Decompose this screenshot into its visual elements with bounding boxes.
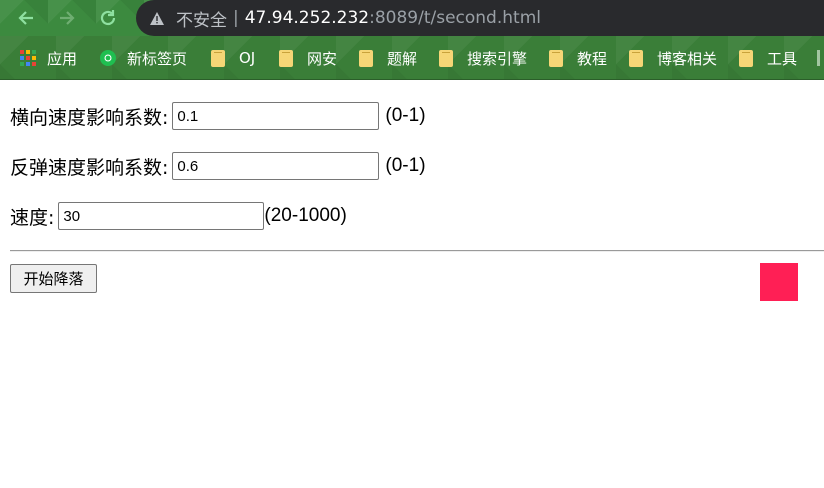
bounce-coefficient-row: 反弹速度影响系数: (0-1) — [10, 152, 426, 180]
bookmark-label: 搜索引擎 — [467, 49, 528, 68]
bookmark-folder-search-engines[interactable]: 搜索引擎 — [439, 47, 527, 69]
bookmark-label: 网安 — [307, 49, 338, 68]
folder-icon — [359, 49, 373, 67]
apps-grid-icon — [20, 50, 36, 66]
bookmarks-overflow-edge — [817, 50, 820, 66]
divider — [10, 250, 824, 252]
speed-input[interactable] — [58, 202, 265, 230]
bookmark-folder-solutions[interactable]: 题解 — [359, 47, 417, 69]
forward-arrow-icon — [60, 11, 75, 25]
bookmark-label: OJ — [239, 49, 256, 67]
forward-button[interactable] — [55, 6, 79, 30]
bookmark-folder-tools[interactable]: 工具 — [739, 47, 797, 69]
bookmark-label: 博客相关 — [657, 49, 718, 68]
bookmark-label: 教程 — [577, 49, 608, 68]
warning-icon — [150, 10, 166, 26]
folder-icon — [211, 49, 225, 67]
address-bar[interactable]: 不安全 | 47.94.252.232:8089/t/second.html — [136, 0, 824, 36]
horizontal-coefficient-label: 横向速度影响系数: — [10, 106, 169, 129]
bookmark-label: 应用 — [47, 49, 78, 68]
folder-icon — [629, 49, 643, 67]
speed-label: 速度: — [10, 206, 55, 229]
bookmark-label: 题解 — [387, 49, 418, 68]
start-drop-button[interactable]: 开始降落 — [10, 264, 97, 293]
bookmarks-bar: 应用 新标签页 OJ 网安 题解 搜索引擎 教程 博客相关 工具 — [0, 36, 824, 80]
bookmark-folder-blog[interactable]: 博客相关 — [629, 47, 717, 69]
bounce-coefficient-input[interactable] — [172, 152, 380, 180]
horizontal-coefficient-range: (0-1) — [385, 105, 426, 126]
speed-range: (20-1000) — [264, 205, 347, 226]
bounce-coefficient-range: (0-1) — [385, 155, 426, 176]
back-arrow-icon — [18, 11, 33, 25]
url-path: :8089/t/second.html — [369, 8, 541, 28]
bookmark-folder-oj[interactable]: OJ — [211, 47, 255, 69]
bookmark-label: 新标签页 — [127, 49, 188, 68]
security-label[interactable]: 不安全 — [176, 6, 227, 31]
reload-button[interactable] — [96, 6, 120, 30]
url-host: 47.94.252.232 — [244, 8, 370, 28]
bookmark-new-tab[interactable]: 新标签页 — [100, 47, 187, 69]
folder-icon — [739, 49, 753, 67]
folder-icon — [549, 49, 563, 67]
bookmark-label: 工具 — [767, 49, 798, 68]
browser-toolbar: 不安全 | 47.94.252.232:8089/t/second.html — [0, 0, 824, 36]
bounce-coefficient-label: 反弹速度影响系数: — [10, 156, 169, 179]
folder-icon — [439, 49, 453, 67]
horizontal-coefficient-row: 横向速度影响系数: (0-1) — [10, 102, 426, 130]
bookmark-folder-security[interactable]: 网安 — [279, 47, 337, 69]
reload-icon — [100, 10, 116, 26]
back-button[interactable] — [14, 6, 38, 30]
folder-icon — [279, 49, 293, 67]
address-separator: | — [233, 8, 239, 28]
bookmark-apps[interactable]: 应用 — [20, 47, 77, 69]
speed-row: 速度: (20-1000) — [10, 202, 347, 230]
falling-block — [760, 263, 798, 301]
horizontal-coefficient-input[interactable] — [172, 102, 380, 130]
bookmark-folder-tutorials[interactable]: 教程 — [549, 47, 607, 69]
chrome-icon — [100, 50, 116, 66]
